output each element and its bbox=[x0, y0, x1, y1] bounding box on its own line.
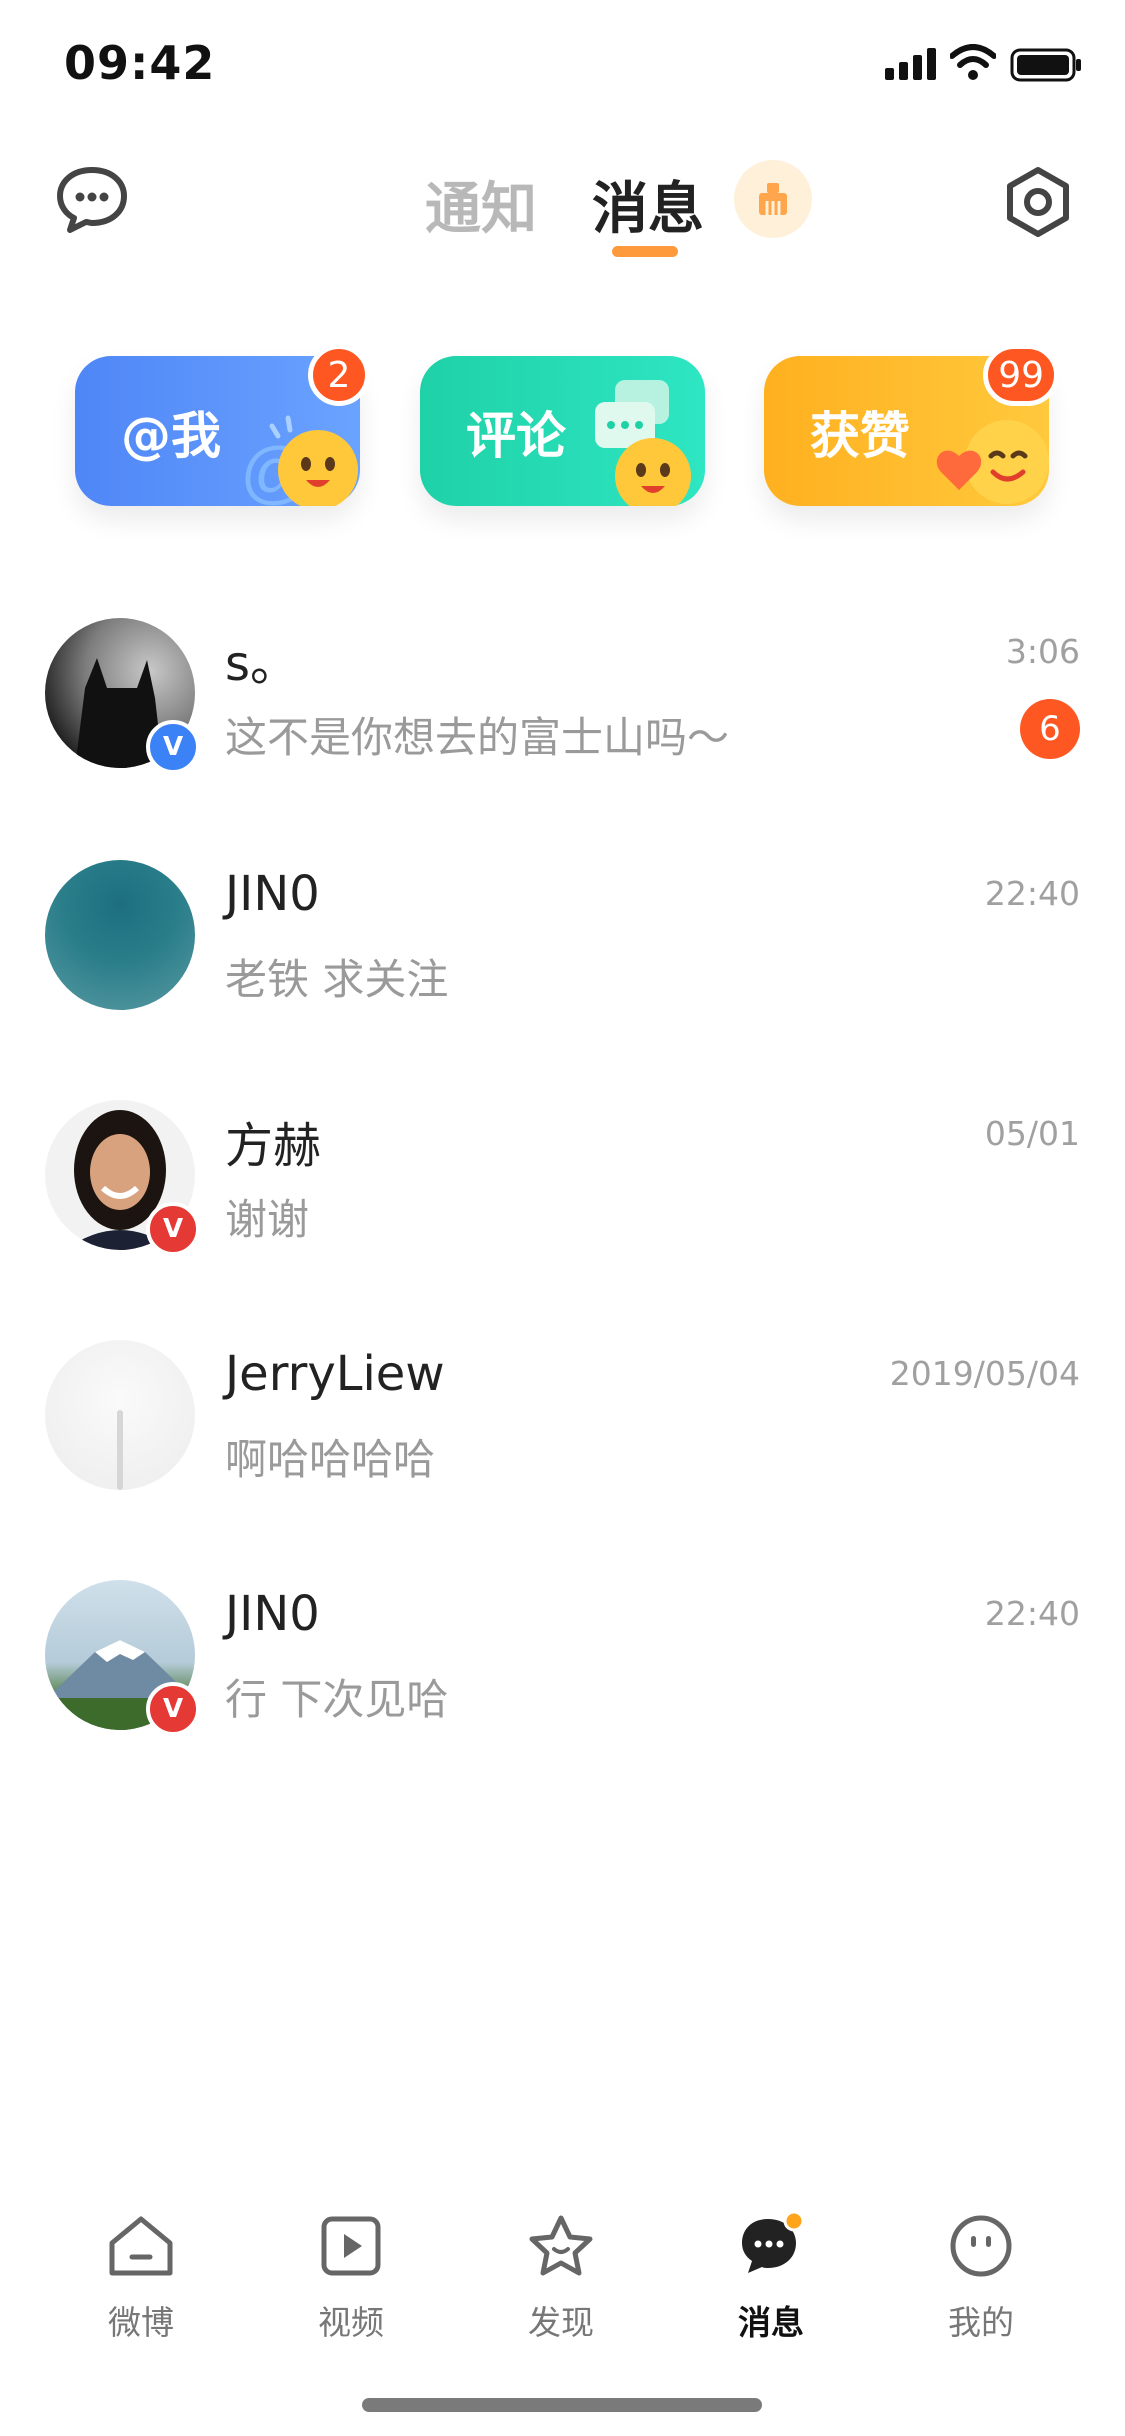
tab-weibo[interactable]: 微博 bbox=[66, 2206, 216, 2344]
verified-badge: V bbox=[146, 1202, 200, 1256]
tab-notifications[interactable]: 通知 bbox=[425, 164, 537, 245]
comment-emoji-icon bbox=[595, 380, 691, 506]
tab-label: 微博 bbox=[108, 2303, 174, 2342]
message-time: 22:40 bbox=[984, 1594, 1080, 1633]
message-preview: 老铁 求关注 bbox=[225, 955, 449, 1004]
comments-card[interactable]: 评论 bbox=[420, 356, 705, 506]
conversation-row[interactable]: JIN0 老铁 求关注 22:40 bbox=[0, 860, 1125, 1060]
comments-label: 评论 bbox=[466, 407, 566, 465]
tab-label: 消息 bbox=[738, 2303, 804, 2342]
contact-name: 方赫 bbox=[225, 1118, 322, 1174]
conversation-row[interactable]: V s。 这不是你想去的富士山吗～ 3:06 6 bbox=[0, 618, 1125, 818]
settings-icon[interactable] bbox=[1000, 164, 1076, 240]
tab-messages[interactable]: 消息 bbox=[592, 164, 704, 245]
tab-label: 发现 bbox=[528, 2303, 594, 2342]
signal-icon bbox=[885, 48, 936, 80]
message-time: 3:06 bbox=[1005, 632, 1080, 671]
avatar bbox=[45, 860, 195, 1010]
like-emoji-icon bbox=[936, 420, 1049, 504]
at-emoji-icon: @ bbox=[240, 415, 358, 506]
message-icon bbox=[742, 2211, 805, 2273]
conversation-row[interactable]: V JIN0 行 下次见哈 22:40 bbox=[0, 1580, 1125, 1780]
message-preview: 啊哈哈哈哈 bbox=[225, 1435, 436, 1484]
conversation-row[interactable]: JerryLiew 啊哈哈哈哈 2019/05/04 bbox=[0, 1340, 1125, 1540]
message-preview: 这不是你想去的富士山吗～ bbox=[225, 713, 730, 762]
contact-name: s。 bbox=[225, 636, 299, 692]
likes-card[interactable]: 获赞 99 bbox=[764, 344, 1059, 506]
mentions-count-badge: 2 bbox=[308, 344, 370, 406]
battery-icon bbox=[1010, 48, 1081, 82]
chat-bubble-icon[interactable] bbox=[52, 160, 132, 240]
tab-profile[interactable]: 我的 bbox=[906, 2206, 1056, 2344]
unread-count-badge: 6 bbox=[1020, 699, 1080, 759]
clear-unread-button[interactable] bbox=[734, 160, 812, 238]
avatar bbox=[45, 1340, 195, 1490]
tab-discover[interactable]: 发现 bbox=[486, 2206, 636, 2344]
tab-video[interactable]: 视频 bbox=[276, 2206, 426, 2344]
message-preview: 谢谢 bbox=[225, 1195, 310, 1244]
message-time: 2019/05/04 bbox=[889, 1354, 1080, 1393]
message-time: 05/01 bbox=[984, 1114, 1080, 1153]
profile-icon bbox=[950, 2215, 1012, 2277]
mentions-label: @我 bbox=[121, 407, 221, 465]
video-icon bbox=[321, 2216, 381, 2276]
message-preview: 行 下次见哈 bbox=[225, 1675, 449, 1724]
conversation-row[interactable]: V 方赫 谢谢 05/01 bbox=[0, 1100, 1125, 1300]
contact-name: JerryLiew bbox=[225, 1346, 445, 1402]
contact-name: JIN0 bbox=[225, 866, 320, 922]
tab-label: 视频 bbox=[318, 2303, 384, 2342]
star-icon bbox=[529, 2215, 593, 2276]
tab-label: 我的 bbox=[948, 2303, 1014, 2342]
verified-badge: V bbox=[146, 720, 200, 774]
active-tab-indicator bbox=[612, 246, 678, 257]
mentions-card[interactable]: @我 @ 2 bbox=[75, 344, 370, 506]
status-time: 09:42 bbox=[64, 36, 216, 90]
wifi-icon bbox=[950, 44, 996, 80]
home-indicator[interactable] bbox=[362, 2398, 762, 2412]
likes-label: 获赞 bbox=[810, 407, 910, 465]
broom-icon bbox=[759, 183, 787, 215]
verified-badge: V bbox=[146, 1682, 200, 1736]
likes-count-badge: 99 bbox=[983, 344, 1059, 406]
contact-name: JIN0 bbox=[225, 1586, 320, 1642]
message-time: 22:40 bbox=[984, 874, 1080, 913]
home-icon bbox=[109, 2216, 173, 2276]
tab-messages-nav[interactable]: 消息 bbox=[696, 2206, 846, 2344]
